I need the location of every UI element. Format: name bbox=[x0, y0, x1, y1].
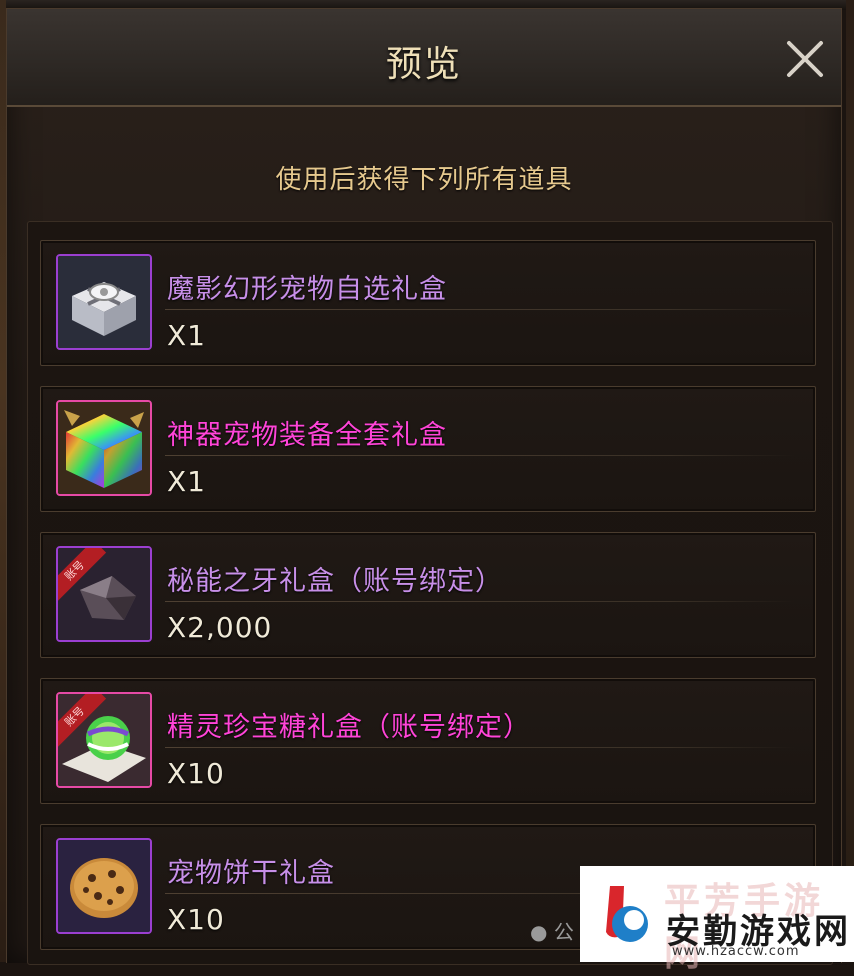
wechat-icon: ● bbox=[530, 920, 548, 944]
reward-item[interactable]: 神器宠物装备全套礼盒 X1 bbox=[40, 386, 816, 512]
dialog-subtitle: 使用后获得下列所有道具 bbox=[275, 165, 573, 195]
item-divider bbox=[165, 601, 795, 602]
item-name: 宠物饼干礼盒 bbox=[167, 858, 335, 889]
gift-box-icon bbox=[56, 254, 152, 350]
dialog-titlebar: 预览 bbox=[7, 9, 841, 107]
item-divider bbox=[165, 747, 795, 748]
reward-item[interactable]: 账号 秘能之牙礼盒（账号绑定） X2,000 bbox=[40, 532, 816, 658]
preview-dialog: 预览 使用后获得下列所有道具 魔影幻形宠物自选礼盒 X1 神器宠物装备全套礼盒 … bbox=[6, 8, 842, 965]
site-logo bbox=[606, 886, 648, 942]
wechat-watermark: ● 公 bbox=[530, 916, 574, 945]
reward-list[interactable]: 魔影幻形宠物自选礼盒 X1 神器宠物装备全套礼盒 X1 账号 秘能之牙礼盒（账号… bbox=[27, 221, 833, 965]
wechat-text: 公 bbox=[553, 920, 574, 944]
background-right-edge bbox=[846, 0, 854, 962]
candy-icon: 账号 bbox=[56, 692, 152, 788]
item-name: 精灵珍宝糖礼盒（账号绑定） bbox=[167, 712, 531, 743]
reward-item[interactable]: 账号 精灵珍宝糖礼盒（账号绑定） X10 bbox=[40, 678, 816, 804]
item-name: 神器宠物装备全套礼盒 bbox=[167, 420, 447, 451]
fang-stone-icon: 账号 bbox=[56, 546, 152, 642]
site-watermark: 平芳手游网 安勤游戏网 www.hzaccw.com bbox=[580, 866, 854, 974]
item-quantity: X1 bbox=[167, 319, 206, 352]
item-name: 秘能之牙礼盒（账号绑定） bbox=[167, 566, 503, 597]
item-quantity: X10 bbox=[167, 903, 225, 936]
reward-item[interactable]: 魔影幻形宠物自选礼盒 X1 bbox=[40, 240, 816, 366]
item-quantity: X10 bbox=[167, 757, 225, 790]
rainbow-gift-box-icon bbox=[56, 400, 152, 496]
watermark-url: www.hzaccw.com bbox=[672, 944, 800, 959]
item-divider bbox=[165, 309, 795, 310]
item-divider bbox=[165, 455, 795, 456]
item-quantity: X1 bbox=[167, 465, 206, 498]
item-name: 魔影幻形宠物自选礼盒 bbox=[167, 274, 447, 305]
close-button[interactable] bbox=[781, 35, 829, 83]
close-icon bbox=[787, 41, 823, 77]
cookie-icon bbox=[56, 838, 152, 934]
item-quantity: X2,000 bbox=[167, 611, 273, 644]
dialog-title: 预览 bbox=[385, 44, 462, 85]
